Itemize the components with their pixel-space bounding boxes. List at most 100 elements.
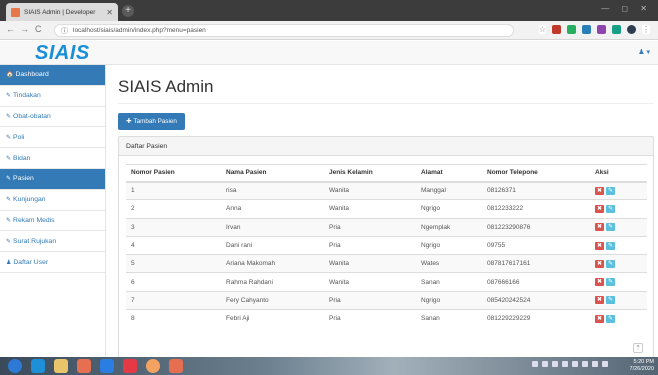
table-cell: Pria bbox=[324, 235, 416, 255]
table-cell: Ariana Makomah bbox=[221, 254, 324, 273]
sublime-icon[interactable] bbox=[77, 359, 91, 373]
app-icon[interactable] bbox=[123, 359, 137, 373]
edit-icon: ✎ bbox=[6, 197, 12, 204]
sidebar-item-dashboard[interactable]: 🏠 Dashboard bbox=[0, 65, 105, 86]
taskbar-clock[interactable]: 5:20 PM 7/26/2020 bbox=[630, 359, 654, 373]
sidebar-item-label: Poli bbox=[13, 133, 25, 141]
system-tray[interactable] bbox=[532, 361, 608, 367]
address-bar[interactable]: ⓘ localhost/siais/admin/index.php?menu=p… bbox=[54, 24, 514, 37]
back-icon[interactable]: ← bbox=[6, 24, 15, 34]
sidebar-item-poli[interactable]: ✎ Poli bbox=[0, 127, 105, 149]
reload-icon[interactable]: C bbox=[35, 24, 42, 34]
table-cell: risa bbox=[221, 180, 324, 200]
sidebar-item-kunjungan[interactable]: ✎ Kunjungan bbox=[0, 190, 105, 211]
chrome-icon[interactable] bbox=[146, 359, 160, 373]
actions-cell: ✖ ✎ bbox=[590, 235, 647, 255]
actions-cell: ✖ ✎ bbox=[590, 199, 647, 219]
browser-tab[interactable]: SIAIS Admin | Developer ✕ bbox=[6, 3, 118, 21]
sidebar-item-obat[interactable]: ✎ Obat-obatan bbox=[0, 107, 105, 128]
sidebar-item-label: Bidan bbox=[13, 154, 31, 162]
extension-icon[interactable] bbox=[597, 25, 606, 34]
sidebar-item-tindakan[interactable]: ✎ Tindakan bbox=[0, 86, 105, 107]
edit-icon[interactable]: ✎ bbox=[606, 186, 615, 195]
table-cell: Ngrigo bbox=[416, 290, 482, 310]
info-icon[interactable]: ⓘ bbox=[61, 26, 68, 36]
favicon-icon bbox=[11, 7, 20, 17]
app-logo[interactable]: SIAIS bbox=[35, 42, 90, 65]
scroll-up-icon[interactable]: ⇡ bbox=[633, 343, 643, 353]
patients-table: Nomor Pasien Nama Pasien Jenis Kelamin A… bbox=[126, 164, 647, 328]
table-cell: 08126371 bbox=[482, 180, 590, 200]
window-controls[interactable]: — ◻ ✕ bbox=[601, 4, 652, 13]
table-cell: Anna bbox=[221, 199, 324, 219]
start-button-icon[interactable] bbox=[8, 359, 22, 373]
table-row: 1 risa Wanita Manggal 08126371 ✖ ✎ bbox=[126, 180, 647, 200]
page-title: SIAIS Admin bbox=[118, 77, 214, 96]
table-cell: Wanita bbox=[324, 272, 416, 292]
column-header: Aksi bbox=[590, 164, 647, 183]
title-divider bbox=[118, 103, 654, 104]
delete-icon[interactable]: ✖ bbox=[595, 204, 604, 213]
table-cell: 081223290876 bbox=[482, 217, 590, 237]
delete-icon[interactable]: ✖ bbox=[595, 278, 604, 287]
extensions-bar: ☆ ⋮ bbox=[538, 25, 650, 34]
ie-icon[interactable] bbox=[31, 359, 45, 373]
table-header-row: Nomor Pasien Nama Pasien Jenis Kelamin A… bbox=[126, 164, 647, 183]
browser-tabbar: SIAIS Admin | Developer ✕ + — ◻ ✕ bbox=[0, 0, 658, 21]
menu-icon[interactable]: ⋮ bbox=[642, 25, 650, 34]
clock-date: 7/26/2020 bbox=[629, 366, 654, 372]
table-cell: 087666166 bbox=[482, 272, 590, 292]
sidebar-item-daftar-user[interactable]: ♟ Daftar User bbox=[0, 252, 105, 273]
profile-avatar[interactable] bbox=[627, 25, 636, 34]
vscode-icon[interactable] bbox=[100, 359, 114, 373]
edit-icon: ✎ bbox=[6, 93, 12, 100]
edit-icon: ✎ bbox=[6, 217, 12, 224]
new-tab-button[interactable]: + bbox=[122, 5, 134, 17]
edit-icon[interactable]: ✎ bbox=[606, 259, 615, 268]
user-menu-button[interactable]: ♟ ▾ bbox=[638, 48, 650, 56]
sidebar-item-label: Pasien bbox=[13, 175, 34, 183]
table-cell: Sanan bbox=[416, 309, 482, 328]
delete-icon[interactable]: ✖ bbox=[595, 223, 604, 232]
bookmark-star-icon[interactable]: ☆ bbox=[538, 25, 546, 34]
app-icon[interactable] bbox=[169, 359, 183, 373]
edit-icon[interactable]: ✎ bbox=[606, 296, 615, 305]
extension-icon[interactable] bbox=[567, 25, 576, 34]
table-cell: 8 bbox=[126, 309, 221, 328]
forward-icon[interactable]: → bbox=[20, 24, 29, 34]
column-header: Nomor Telepone bbox=[482, 164, 590, 183]
table-cell: 081229229229 bbox=[482, 309, 590, 328]
patients-panel: Daftar Pasien Nomor Pasien Nama Pasien J… bbox=[118, 136, 654, 358]
tab-close-icon[interactable]: ✕ bbox=[106, 8, 113, 17]
extension-icon[interactable] bbox=[582, 25, 591, 34]
clock-time: 5:20 PM bbox=[633, 359, 654, 365]
edit-icon[interactable]: ✎ bbox=[606, 223, 615, 232]
table-cell: Dani rani bbox=[221, 235, 324, 255]
delete-icon[interactable]: ✖ bbox=[595, 259, 604, 268]
delete-icon[interactable]: ✖ bbox=[595, 296, 604, 305]
edit-icon[interactable]: ✎ bbox=[606, 204, 615, 213]
sidebar-item-pasien[interactable]: ✎ Pasien bbox=[0, 168, 105, 190]
edit-icon[interactable]: ✎ bbox=[606, 241, 615, 250]
table-cell: Wates bbox=[416, 254, 482, 273]
add-patient-label: Tambah Pasien bbox=[133, 118, 177, 125]
actions-cell: ✖ ✎ bbox=[590, 290, 647, 310]
table-row: 8 Febri Aji Pria Sanan 081229229229 ✖ ✎ bbox=[126, 309, 647, 328]
table-cell: Wanita bbox=[324, 180, 416, 200]
edit-icon: ✎ bbox=[6, 238, 12, 245]
edit-icon: ✎ bbox=[6, 134, 12, 141]
taskbar: 5:20 PM 7/26/2020 bbox=[0, 357, 658, 375]
sidebar-item-bidan[interactable]: ✎ Bidan bbox=[0, 148, 105, 169]
edit-icon[interactable]: ✎ bbox=[606, 278, 615, 287]
extension-icon[interactable] bbox=[612, 25, 621, 34]
delete-icon[interactable]: ✖ bbox=[595, 314, 604, 323]
folder-icon[interactable] bbox=[54, 359, 68, 373]
table-cell: Ngrigo bbox=[416, 235, 482, 255]
sidebar-item-rekam-medis[interactable]: ✎ Rekam Medis bbox=[0, 211, 105, 232]
delete-icon[interactable]: ✖ bbox=[595, 241, 604, 250]
delete-icon[interactable]: ✖ bbox=[595, 186, 604, 195]
add-patient-button[interactable]: ✚ Tambah Pasien bbox=[118, 113, 185, 130]
extension-icon[interactable] bbox=[552, 25, 561, 34]
sidebar-item-surat-rujukan[interactable]: ✎ Surat Rujukan bbox=[0, 231, 105, 253]
edit-icon[interactable]: ✎ bbox=[606, 314, 615, 323]
